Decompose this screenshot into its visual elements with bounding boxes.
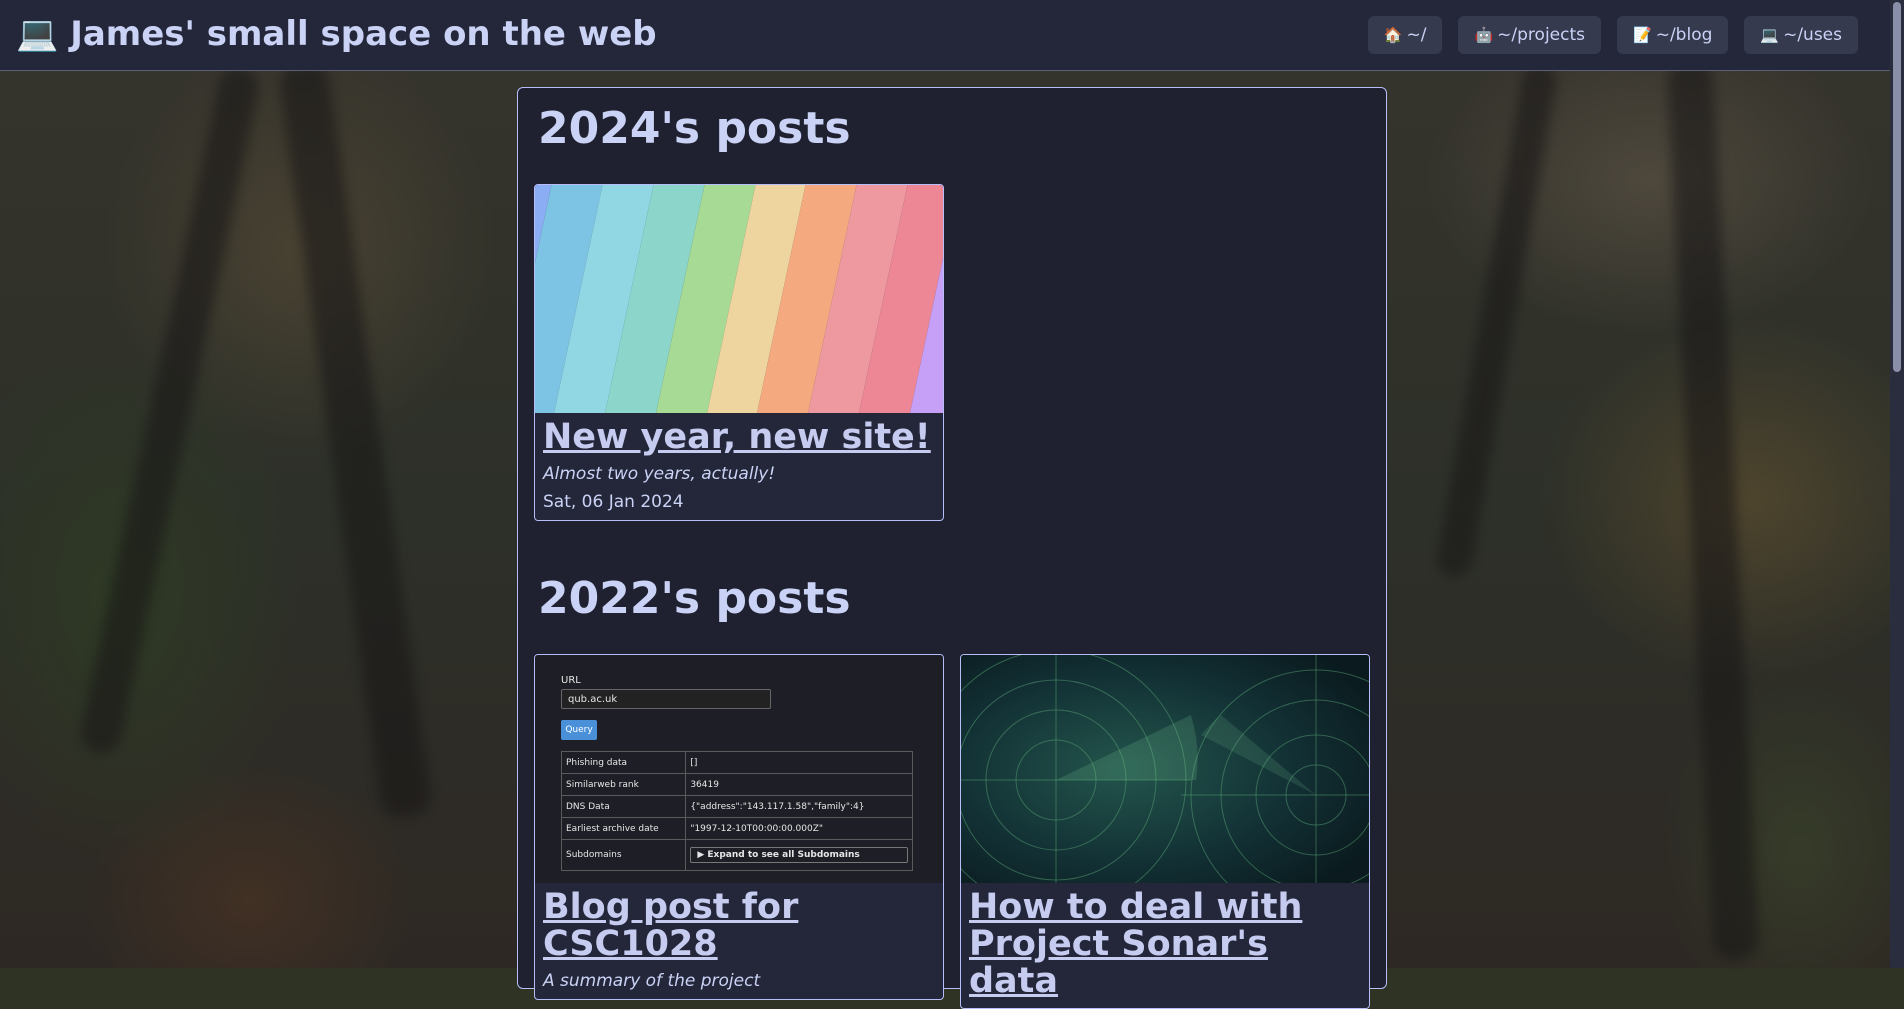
table-cell: Earliest archive date xyxy=(560,817,687,840)
post-card[interactable]: URL qub.ac.uk Query Phishing data[] Simi… xyxy=(534,654,944,1000)
screenshot-url-label: URL xyxy=(561,675,581,686)
table-cell: Phishing data xyxy=(560,751,687,774)
nav-blog[interactable]: 📝 ~/blog xyxy=(1617,16,1729,54)
post-thumbnail[interactable] xyxy=(535,185,943,413)
nav-home-label: ~/ xyxy=(1406,25,1427,45)
post-title-link[interactable]: New year, new site! xyxy=(543,419,935,456)
blog-list-panel: 2024's posts New year, new site! Almost … xyxy=(517,87,1387,1009)
post-thumbnail[interactable]: URL qub.ac.uk Query Phishing data[] Simi… xyxy=(535,655,943,883)
table-cell: Subdomains xyxy=(560,839,687,871)
robot-icon: 🤖 xyxy=(1474,26,1494,44)
post-card[interactable]: New year, new site! Almost two years, ac… xyxy=(534,184,944,521)
table-cell: DNS Data xyxy=(560,795,687,818)
screenshot-query-button: Query xyxy=(561,720,597,740)
site-title-text: James' small space on the web xyxy=(70,14,657,54)
site-title[interactable]: 💻 James' small space on the web xyxy=(16,14,657,54)
nav-uses[interactable]: 💻 ~/uses xyxy=(1744,16,1858,54)
nav-blog-label: ~/blog xyxy=(1655,25,1713,45)
post-card[interactable]: How to deal with Project Sonar's data xyxy=(960,654,1370,1009)
query-tool-screenshot: URL qub.ac.uk Query Phishing data[] Simi… xyxy=(535,655,943,883)
post-title-link[interactable]: Blog post for CSC1028 xyxy=(543,889,935,963)
year-heading-2022: 2022's posts xyxy=(538,573,851,624)
radar-image xyxy=(961,655,1369,883)
post-subtitle: Almost two years, actually! xyxy=(543,464,776,484)
screenshot-url-field: qub.ac.uk xyxy=(561,689,771,709)
rainbow-stripes-image xyxy=(535,185,943,413)
table-row: Similarweb rank 36419 xyxy=(560,773,913,796)
table-row: DNS Data {"address":"143.117.1.58","famil… xyxy=(560,795,913,818)
post-subtitle: A summary of the project xyxy=(543,971,761,991)
laptop-icon: 💻 xyxy=(16,14,59,54)
laptop-icon: 💻 xyxy=(1760,26,1780,44)
post-title-link[interactable]: How to deal with Project Sonar's data xyxy=(969,889,1361,1000)
table-cell: Similarweb rank xyxy=(560,773,687,796)
table-row: Subdomains ▶ Expand to see all Subdomains xyxy=(560,839,913,871)
main-nav: 🏠 ~/ 🤖 ~/projects 📝 ~/blog 💻 ~/uses xyxy=(1367,16,1858,54)
table-cell: {"address":"143.117.1.58","family":4} xyxy=(685,795,913,818)
table-cell: 36419 xyxy=(685,773,913,796)
nav-uses-label: ~/uses xyxy=(1783,25,1842,45)
scrollbar-thumb[interactable] xyxy=(1893,2,1901,372)
table-row: Earliest archive date "1997-12-10T00:00:0… xyxy=(560,817,913,840)
screenshot-results-table: Phishing data[] Similarweb rank 36419 DNS… xyxy=(560,751,913,871)
post-date: Sat, 06 Jan 2024 xyxy=(543,492,684,512)
table-cell: [] xyxy=(685,751,913,774)
year-heading-2024: 2024's posts xyxy=(538,103,851,154)
site-header: 💻 James' small space on the web 🏠 ~/ 🤖 ~/p… xyxy=(0,0,1904,71)
page-scrollbar[interactable] xyxy=(1890,0,1904,968)
nav-home[interactable]: 🏠 ~/ xyxy=(1367,16,1443,54)
screenshot-expand-subdomains: ▶ Expand to see all Subdomains xyxy=(690,847,908,863)
nav-projects-label: ~/projects xyxy=(1497,25,1586,45)
table-row: Phishing data[] xyxy=(560,751,913,774)
table-cell: "1997-12-10T00:00:00.000Z" xyxy=(685,817,913,840)
post-thumbnail[interactable] xyxy=(961,655,1369,883)
nav-projects[interactable]: 🤖 ~/projects xyxy=(1458,16,1602,54)
house-icon: 🏠 xyxy=(1383,26,1403,44)
memo-icon: 📝 xyxy=(1633,26,1652,44)
